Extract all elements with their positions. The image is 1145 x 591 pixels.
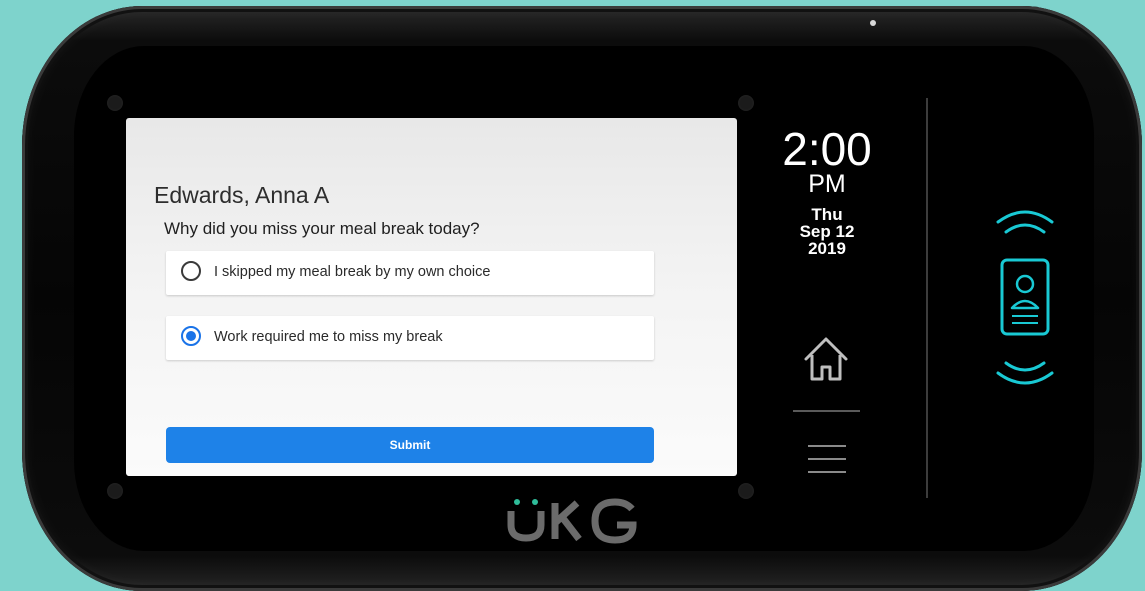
badge-reader-icon [996,210,1054,385]
screw [738,95,754,111]
question-text: Why did you miss your meal break today? [164,219,480,238]
stage: Edwards, Anna A Why did you miss your me… [0,0,1145,591]
clock-year: 2019 [808,239,846,258]
hamburger-menu-icon[interactable] [808,442,846,476]
clock-time: 2:00 [782,123,872,175]
clock-date: Sep 12 [799,222,855,241]
screw [107,483,123,499]
home-icon[interactable] [802,333,850,385]
submit-button[interactable]: Submit [166,427,654,463]
option-work-required[interactable]: Work required me to miss my break [166,316,654,360]
screw [738,483,754,499]
side-divider [793,410,860,412]
option-label: Work required me to miss my break [214,329,443,345]
option-label: I skipped my meal break by my own choice [214,264,491,280]
clock-day: Thu [811,205,843,224]
clock-display: 2:00 PM Thu Sep 12 2019 [766,118,888,280]
vertical-divider [926,98,928,498]
touchscreen: Edwards, Anna A Why did you miss your me… [126,118,737,476]
screw [107,95,123,111]
option-own-choice[interactable]: I skipped my meal break by my own choice [166,251,654,295]
camera-dot [870,20,876,26]
employee-name: Edwards, Anna A [154,182,330,208]
radio-button-selected[interactable] [181,326,201,346]
clock-ampm: PM [808,170,846,198]
radio-button-unselected[interactable] [181,261,201,281]
ukg-logo [507,498,637,544]
